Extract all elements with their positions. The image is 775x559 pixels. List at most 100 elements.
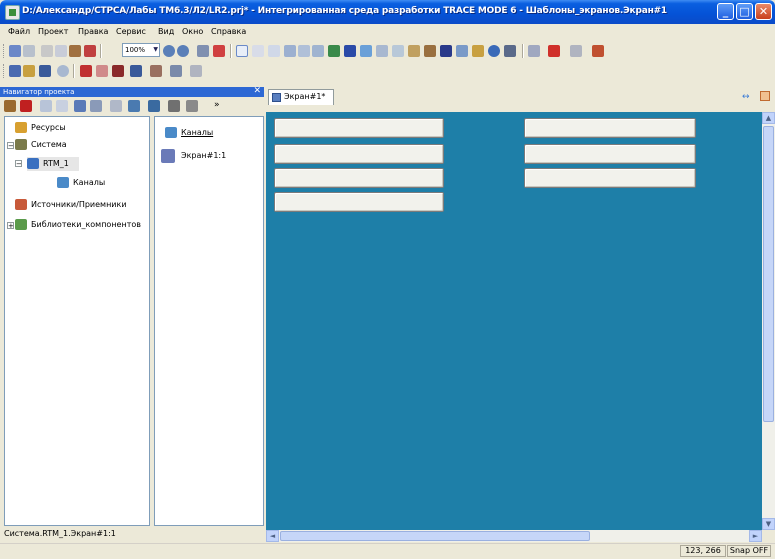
- nav-link-icon[interactable]: [128, 100, 140, 112]
- maximize-button[interactable]: □: [736, 3, 753, 20]
- menu-window[interactable]: Окно: [182, 27, 203, 36]
- run-icon[interactable]: [112, 65, 124, 77]
- text-widget-right-3[interactable]: [524, 168, 696, 188]
- menu-file[interactable]: Файл: [8, 27, 30, 36]
- pipe-element-icon[interactable]: [408, 45, 420, 57]
- create-icon[interactable]: [4, 100, 16, 112]
- layer-icon[interactable]: [150, 65, 162, 77]
- save-icon[interactable]: [39, 65, 51, 77]
- toolbar-separator: [230, 44, 232, 58]
- channels-icon: [165, 127, 177, 138]
- line-style-icon[interactable]: [570, 45, 582, 57]
- monitor-icon[interactable]: [130, 65, 142, 77]
- toolbar-grip[interactable]: [3, 44, 7, 58]
- undo-icon[interactable]: [9, 45, 21, 57]
- navigator-close-button[interactable]: ✕: [253, 86, 261, 96]
- document-tab-strip: Экран#1* ↔: [266, 88, 775, 112]
- fit-icon[interactable]: [197, 45, 209, 57]
- compile-icon[interactable]: [80, 65, 92, 77]
- more-chevron-icon[interactable]: »: [214, 100, 220, 110]
- tab-navigation-icon[interactable]: ↔: [742, 92, 750, 102]
- gauge-element-icon[interactable]: [424, 45, 436, 57]
- bar-element-icon[interactable]: [344, 45, 356, 57]
- tree-item-rtm[interactable]: − RTM_1: [15, 157, 79, 171]
- redo-icon[interactable]: [23, 45, 35, 57]
- rect-tool-icon[interactable]: [298, 45, 310, 57]
- nav-redo-icon[interactable]: [56, 100, 68, 112]
- image-element-icon[interactable]: [472, 45, 484, 57]
- pin-icon[interactable]: [213, 45, 225, 57]
- text-widget-left-4[interactable]: [274, 192, 444, 212]
- zoom-in-icon[interactable]: [163, 45, 175, 57]
- nav-props-icon[interactable]: [110, 100, 122, 112]
- scroll-left-icon[interactable]: ◄: [266, 530, 279, 542]
- paste-icon[interactable]: [69, 45, 81, 57]
- nav-settings-icon[interactable]: [186, 100, 198, 112]
- horizontal-scrollbar[interactable]: ◄ ►: [266, 530, 762, 542]
- align-icon[interactable]: [504, 45, 516, 57]
- text-widget-right-1[interactable]: [524, 118, 696, 138]
- scroll-down-icon[interactable]: ▼: [762, 518, 775, 530]
- debug-icon[interactable]: [96, 65, 108, 77]
- pen-color-icon[interactable]: [528, 45, 540, 57]
- select-tool-icon[interactable]: [236, 45, 248, 57]
- graph-element-icon[interactable]: [328, 45, 340, 57]
- window-element-icon[interactable]: [456, 45, 468, 57]
- node-contents-list: Каналы Экран#1:1: [154, 116, 264, 526]
- button-element-icon[interactable]: [360, 45, 372, 57]
- tab-screen1[interactable]: Экран#1*: [268, 89, 334, 105]
- find-icon[interactable]: [168, 100, 180, 112]
- toolbar-grip[interactable]: [3, 64, 7, 78]
- delete-node-icon[interactable]: [20, 100, 32, 112]
- open-icon[interactable]: [23, 65, 35, 77]
- expand-icon[interactable]: +: [7, 222, 14, 230]
- snap-indicator[interactable]: Snap OFF: [727, 545, 771, 557]
- scroll-up-icon[interactable]: ▲: [762, 112, 775, 124]
- scroll-right-icon[interactable]: ►: [749, 530, 762, 542]
- new-icon[interactable]: [9, 65, 21, 77]
- line-tool-icon[interactable]: [252, 45, 264, 57]
- text-widget-right-2[interactable]: [524, 144, 696, 164]
- fill-color-icon[interactable]: [548, 45, 560, 57]
- table-element-icon[interactable]: [392, 45, 404, 57]
- delete-icon[interactable]: [84, 45, 96, 57]
- zoom-select[interactable]: 100%: [122, 43, 160, 57]
- tree-label: RTM_1: [43, 159, 69, 168]
- collapse-icon[interactable]: −: [15, 160, 22, 168]
- tab-close-icon[interactable]: [760, 91, 770, 101]
- text-widget-left-1[interactable]: [274, 118, 444, 138]
- copy-icon[interactable]: [55, 45, 67, 57]
- text-tool-icon[interactable]: [268, 45, 280, 57]
- menu-view[interactable]: Вид: [158, 27, 174, 36]
- menu-project[interactable]: Проект: [38, 27, 68, 36]
- options-icon[interactable]: [190, 65, 202, 77]
- collapse-icon[interactable]: −: [7, 142, 14, 150]
- menu-help[interactable]: Справка: [211, 27, 246, 36]
- help-icon[interactable]: [57, 65, 69, 77]
- menu-service[interactable]: Сервис: [116, 27, 146, 36]
- nav-undo-icon[interactable]: [40, 100, 52, 112]
- close-button[interactable]: ✕: [755, 3, 772, 20]
- globe-element-icon[interactable]: [488, 45, 500, 57]
- zoom-out-icon[interactable]: [177, 45, 189, 57]
- nav-copy-icon[interactable]: [74, 100, 86, 112]
- polygon-tool-icon[interactable]: [284, 45, 296, 57]
- cut-icon[interactable]: [41, 45, 53, 57]
- grid-icon[interactable]: [170, 65, 182, 77]
- menu-edit[interactable]: Правка: [78, 27, 108, 36]
- screen-canvas[interactable]: [266, 112, 762, 530]
- vertical-scrollbar[interactable]: ▲ ▼: [762, 112, 775, 530]
- horizontal-scroll-thumb[interactable]: [280, 531, 590, 541]
- title-bar[interactable]: D:/Александр/СТРСА/Лабы ТМ6.3/Л2/LR2.prj…: [0, 0, 775, 24]
- nav-paste-icon[interactable]: [90, 100, 102, 112]
- bezier-tool-icon[interactable]: [312, 45, 324, 57]
- nav-bind-icon[interactable]: [148, 100, 160, 112]
- minimize-button[interactable]: _: [717, 3, 734, 20]
- main-toolbar: 100%: [0, 41, 775, 61]
- vertical-scroll-thumb[interactable]: [763, 126, 774, 422]
- text-color-icon[interactable]: [592, 45, 604, 57]
- text-widget-left-3[interactable]: [274, 168, 444, 188]
- report-element-icon[interactable]: [440, 45, 452, 57]
- text-widget-left-2[interactable]: [274, 144, 444, 164]
- trend-element-icon[interactable]: [376, 45, 388, 57]
